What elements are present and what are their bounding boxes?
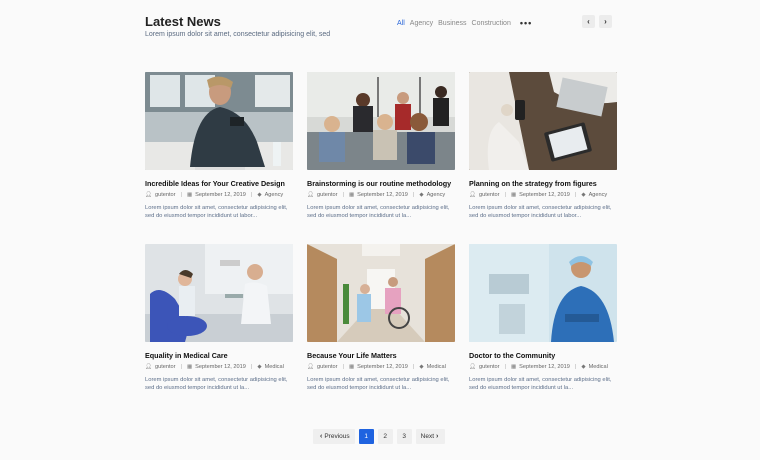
post-date[interactable]: September 12, 2019 xyxy=(519,192,570,198)
page-2-button[interactable]: 2 xyxy=(377,429,393,444)
post-excerpt: Lorem ipsum dolor sit amet, consectetur … xyxy=(145,377,288,391)
post-date[interactable]: September 12, 2019 xyxy=(357,192,408,198)
posts-grid: Incredible Ideas for Your Creative Desig… xyxy=(145,72,617,416)
filter-agency[interactable]: Agency xyxy=(410,20,433,27)
post-title[interactable]: Brainstorming is our routine methodology xyxy=(307,179,455,188)
tag-icon: ◆ xyxy=(257,192,262,198)
post-date[interactable]: September 12, 2019 xyxy=(195,192,246,198)
post-meta: 👤︎ gutentor | ▦ September 12, 2019 | ◆ M… xyxy=(307,364,446,370)
slider-nav: ‹ › xyxy=(582,15,612,28)
post-thumbnail[interactable] xyxy=(469,72,617,170)
post-excerpt: Lorem ipsum dolor sit amet, consectetur … xyxy=(469,205,612,219)
post-title[interactable]: Because Your Life Matters xyxy=(307,351,455,360)
post-excerpt: Lorem ipsum dolor sit amet, consectetur … xyxy=(307,205,450,219)
post-category[interactable]: Agency xyxy=(427,192,446,198)
calendar-icon: ▦ xyxy=(510,364,517,370)
post-category[interactable]: Medical xyxy=(265,364,284,370)
section-subtitle: Lorem ipsum dolor sit amet, consectetur … xyxy=(145,31,331,38)
post-card: Because Your Life Matters 👤︎ gutentor | … xyxy=(307,244,455,416)
post-card: Equality in Medical Care 👤︎ gutentor | ▦… xyxy=(145,244,293,416)
chevron-left-icon: ‹ xyxy=(587,17,590,26)
post-thumbnail[interactable] xyxy=(145,72,293,170)
post-author[interactable]: gutentor xyxy=(317,192,338,198)
page-3-button[interactable]: 3 xyxy=(396,429,412,444)
more-filters-button[interactable]: ••• xyxy=(520,18,532,28)
filter-business[interactable]: Business xyxy=(438,20,466,27)
user-icon: 👤︎ xyxy=(145,364,152,370)
post-date[interactable]: September 12, 2019 xyxy=(195,364,246,370)
pagination: ‹ Previous 1 2 3 Next › xyxy=(313,429,446,444)
chevron-right-icon: › xyxy=(604,17,607,26)
user-icon: 👤︎ xyxy=(145,192,152,198)
post-title[interactable]: Planning on the strategy from figures xyxy=(469,179,617,188)
post-meta: 👤︎ gutentor | ▦ September 12, 2019 | ◆ A… xyxy=(307,192,446,198)
section-title: Latest News xyxy=(145,14,221,29)
previous-page-button[interactable]: ‹ Previous xyxy=(313,429,355,444)
post-card: Incredible Ideas for Your Creative Desig… xyxy=(145,72,293,244)
post-excerpt: Lorem ipsum dolor sit amet, consectetur … xyxy=(469,377,612,391)
tag-icon: ◆ xyxy=(581,192,586,198)
post-title[interactable]: Equality in Medical Care xyxy=(145,351,293,360)
post-category[interactable]: Agency xyxy=(265,192,284,198)
user-icon: 👤︎ xyxy=(307,364,314,370)
user-icon: 👤︎ xyxy=(307,192,314,198)
calendar-icon: ▦ xyxy=(186,192,193,198)
post-thumbnail[interactable] xyxy=(469,244,617,342)
filter-construction[interactable]: Construction xyxy=(472,20,511,27)
tag-icon: ◆ xyxy=(419,364,424,370)
post-date[interactable]: September 12, 2019 xyxy=(357,364,408,370)
post-card: Planning on the strategy from figures 👤︎… xyxy=(469,72,617,244)
calendar-icon: ▦ xyxy=(510,192,517,198)
tag-icon: ◆ xyxy=(257,364,262,370)
post-meta: 👤︎ gutentor | ▦ September 12, 2019 | ◆ A… xyxy=(469,192,608,198)
post-card: Brainstorming is our routine methodology… xyxy=(307,72,455,244)
post-meta: 👤︎ gutentor | ▦ September 12, 2019 | ◆ M… xyxy=(469,364,608,370)
post-title[interactable]: Incredible Ideas for Your Creative Desig… xyxy=(145,179,293,188)
page-1-button[interactable]: 1 xyxy=(358,429,374,444)
next-page-button[interactable]: Next › xyxy=(415,429,446,444)
post-author[interactable]: gutentor xyxy=(155,192,176,198)
post-meta: 👤︎ gutentor | ▦ September 12, 2019 | ◆ A… xyxy=(145,192,284,198)
post-excerpt: Lorem ipsum dolor sit amet, consectetur … xyxy=(145,205,288,219)
post-meta: 👤︎ gutentor | ▦ September 12, 2019 | ◆ M… xyxy=(145,364,284,370)
post-excerpt: Lorem ipsum dolor sit amet, consectetur … xyxy=(307,377,450,391)
user-icon: 👤︎ xyxy=(469,364,476,370)
post-thumbnail[interactable] xyxy=(145,244,293,342)
user-icon: 👤︎ xyxy=(469,192,476,198)
post-author[interactable]: gutentor xyxy=(317,364,338,370)
calendar-icon: ▦ xyxy=(186,364,193,370)
post-author[interactable]: gutentor xyxy=(479,192,500,198)
tag-icon: ◆ xyxy=(581,364,586,370)
chevron-right-icon: › xyxy=(436,433,439,440)
post-author[interactable]: gutentor xyxy=(479,364,500,370)
post-category[interactable]: Medical xyxy=(427,364,446,370)
post-thumbnail[interactable] xyxy=(307,244,455,342)
post-thumbnail[interactable] xyxy=(307,72,455,170)
post-author[interactable]: gutentor xyxy=(155,364,176,370)
category-filters: All Agency Business Construction ••• xyxy=(397,18,532,28)
post-category[interactable]: Agency xyxy=(589,192,608,198)
calendar-icon: ▦ xyxy=(348,192,355,198)
post-card: Doctor to the Community 👤︎ gutentor | ▦ … xyxy=(469,244,617,416)
chevron-left-icon: ‹ xyxy=(320,433,323,440)
post-title[interactable]: Doctor to the Community xyxy=(469,351,617,360)
next-arrow-button[interactable]: › xyxy=(599,15,612,28)
post-category[interactable]: Medical xyxy=(589,364,608,370)
post-date[interactable]: September 12, 2019 xyxy=(519,364,570,370)
calendar-icon: ▦ xyxy=(348,364,355,370)
prev-arrow-button[interactable]: ‹ xyxy=(582,15,595,28)
tag-icon: ◆ xyxy=(419,192,424,198)
filter-all[interactable]: All xyxy=(397,20,405,27)
